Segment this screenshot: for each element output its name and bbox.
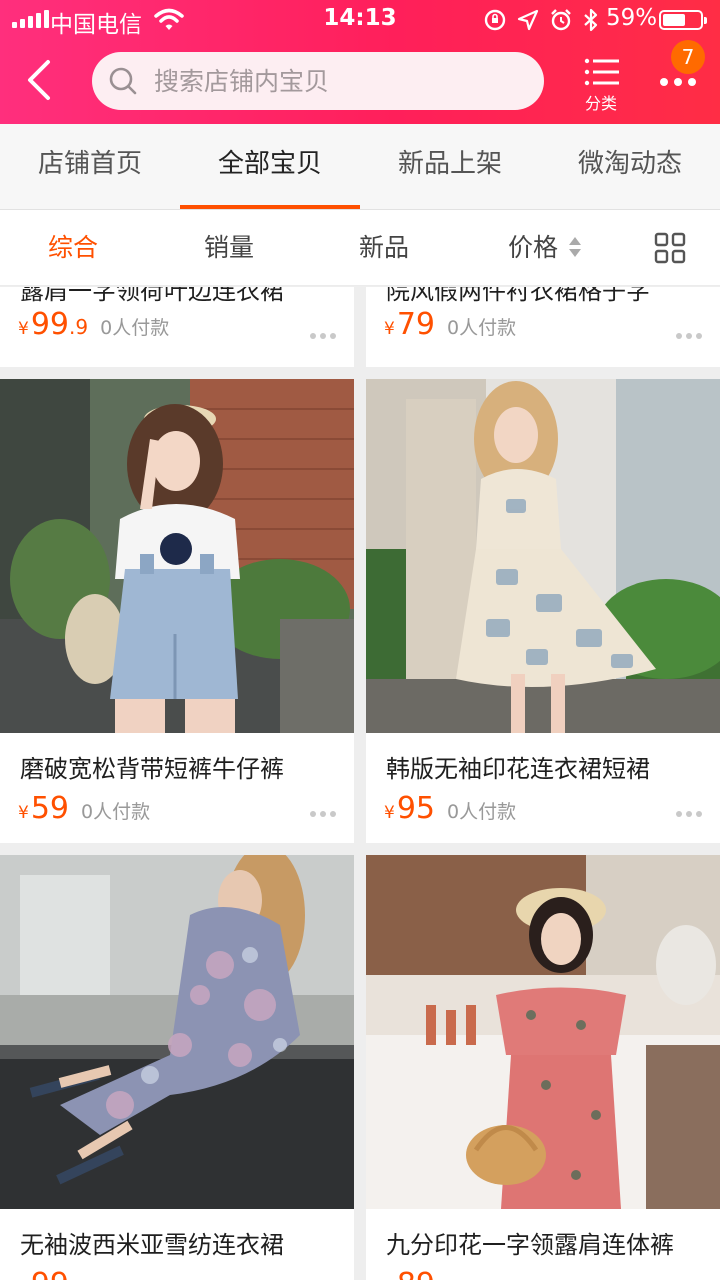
product-image[interactable] bbox=[366, 379, 720, 733]
product-title: 九分印花一字领露肩连体裤 bbox=[386, 1231, 674, 1259]
product-title: 无袖波西米亚雪纺连衣裙 bbox=[20, 1231, 284, 1259]
active-tab-indicator bbox=[180, 205, 360, 209]
search-bar[interactable] bbox=[92, 52, 544, 110]
product-title: 露肩一字领荷叶边连衣裙 bbox=[20, 287, 284, 305]
sales-count: 0人付款 bbox=[100, 317, 170, 339]
product-image[interactable] bbox=[0, 379, 354, 733]
more-options-icon[interactable] bbox=[676, 331, 704, 341]
sort-sales[interactable]: 销量 bbox=[182, 210, 276, 286]
bluetooth-icon bbox=[584, 8, 598, 32]
product-price: ¥ 59 0人付款 bbox=[18, 791, 151, 826]
sort-comprehensive[interactable]: 综合 bbox=[26, 210, 120, 286]
jumpsuit-photo bbox=[366, 855, 720, 1209]
app-header: 中国电信 14:13 59% 搜索店铺内宝贝 分类 7 bbox=[0, 0, 720, 124]
product-card[interactable]: 韩版无袖印花连衣裙短裙 ¥ 95 0人付款 bbox=[366, 379, 720, 843]
store-tabs: 店铺首页 全部宝贝 新品上架 微淘动态 bbox=[0, 124, 720, 210]
battery-icon bbox=[659, 10, 707, 30]
chiffon-dress-photo bbox=[0, 855, 354, 1209]
product-price: ¥ 99 .9 0人付款 bbox=[18, 307, 170, 342]
product-card[interactable]: 无袖波西米亚雪纺连衣裙 ¥ 99 bbox=[0, 855, 354, 1280]
alarm-icon bbox=[551, 9, 571, 31]
product-price: ¥ 89 bbox=[384, 1267, 447, 1280]
category-button[interactable]: 分类 bbox=[576, 52, 626, 113]
sort-bar: 综合 销量 新品 价格 bbox=[0, 210, 720, 286]
sales-count: 0人付款 bbox=[81, 801, 151, 823]
more-options-icon[interactable] bbox=[310, 809, 338, 819]
notification-badge: 7 bbox=[671, 40, 705, 74]
product-image[interactable] bbox=[366, 855, 720, 1209]
category-label: 分类 bbox=[584, 94, 617, 113]
product-title: 韩版无袖印花连衣裙短裙 bbox=[386, 755, 650, 783]
more-options-icon[interactable] bbox=[310, 331, 338, 341]
tab-all-items[interactable]: 全部宝贝 bbox=[180, 124, 360, 210]
search-input[interactable] bbox=[154, 52, 524, 110]
product-title: 院风假两件衬衣裙格子字 bbox=[386, 287, 650, 305]
product-grid: 露肩一字领荷叶边连衣裙 ¥ 99 .9 0人付款 院风假两件衬衣裙格子字 ¥ 7… bbox=[0, 287, 720, 1280]
sales-count: 0人付款 bbox=[447, 317, 517, 339]
back-button[interactable] bbox=[22, 58, 58, 102]
product-card[interactable]: 院风假两件衬衣裙格子字 ¥ 79 0人付款 bbox=[366, 287, 720, 367]
printed-dress-photo bbox=[366, 379, 720, 733]
product-price: ¥ 99 bbox=[18, 1267, 81, 1280]
product-card[interactable]: 磨破宽松背带短裤牛仔裤 ¥ 59 0人付款 bbox=[0, 379, 354, 843]
sort-price[interactable]: 价格 bbox=[486, 210, 580, 286]
status-bar: 中国电信 14:13 59% bbox=[0, 0, 720, 40]
denim-overalls-photo bbox=[0, 379, 354, 733]
sales-count: 0人付款 bbox=[447, 801, 517, 823]
product-title: 磨破宽松背带短裤牛仔裤 bbox=[20, 755, 284, 783]
product-image[interactable] bbox=[0, 855, 354, 1209]
product-price: ¥ 95 0人付款 bbox=[384, 791, 517, 826]
sort-newest[interactable]: 新品 bbox=[337, 210, 431, 286]
tab-new-arrivals[interactable]: 新品上架 bbox=[360, 124, 540, 210]
search-icon bbox=[109, 67, 137, 95]
rotation-lock-icon bbox=[484, 9, 506, 31]
tab-weitao-feed[interactable]: 微淘动态 bbox=[540, 124, 720, 210]
location-icon bbox=[517, 9, 539, 31]
sort-arrows-icon bbox=[569, 237, 581, 257]
grid-view-icon[interactable] bbox=[654, 232, 686, 264]
product-price: ¥ 79 0人付款 bbox=[384, 307, 517, 342]
category-list-icon bbox=[584, 58, 619, 86]
tab-store-home[interactable]: 店铺首页 bbox=[0, 124, 180, 210]
product-card[interactable]: 露肩一字领荷叶边连衣裙 ¥ 99 .9 0人付款 bbox=[0, 287, 354, 367]
battery-percent: 59% bbox=[606, 5, 658, 31]
more-icon bbox=[660, 78, 668, 86]
product-card[interactable]: 九分印花一字领露肩连体裤 ¥ 89 bbox=[366, 855, 720, 1280]
more-options-icon[interactable] bbox=[676, 809, 704, 819]
